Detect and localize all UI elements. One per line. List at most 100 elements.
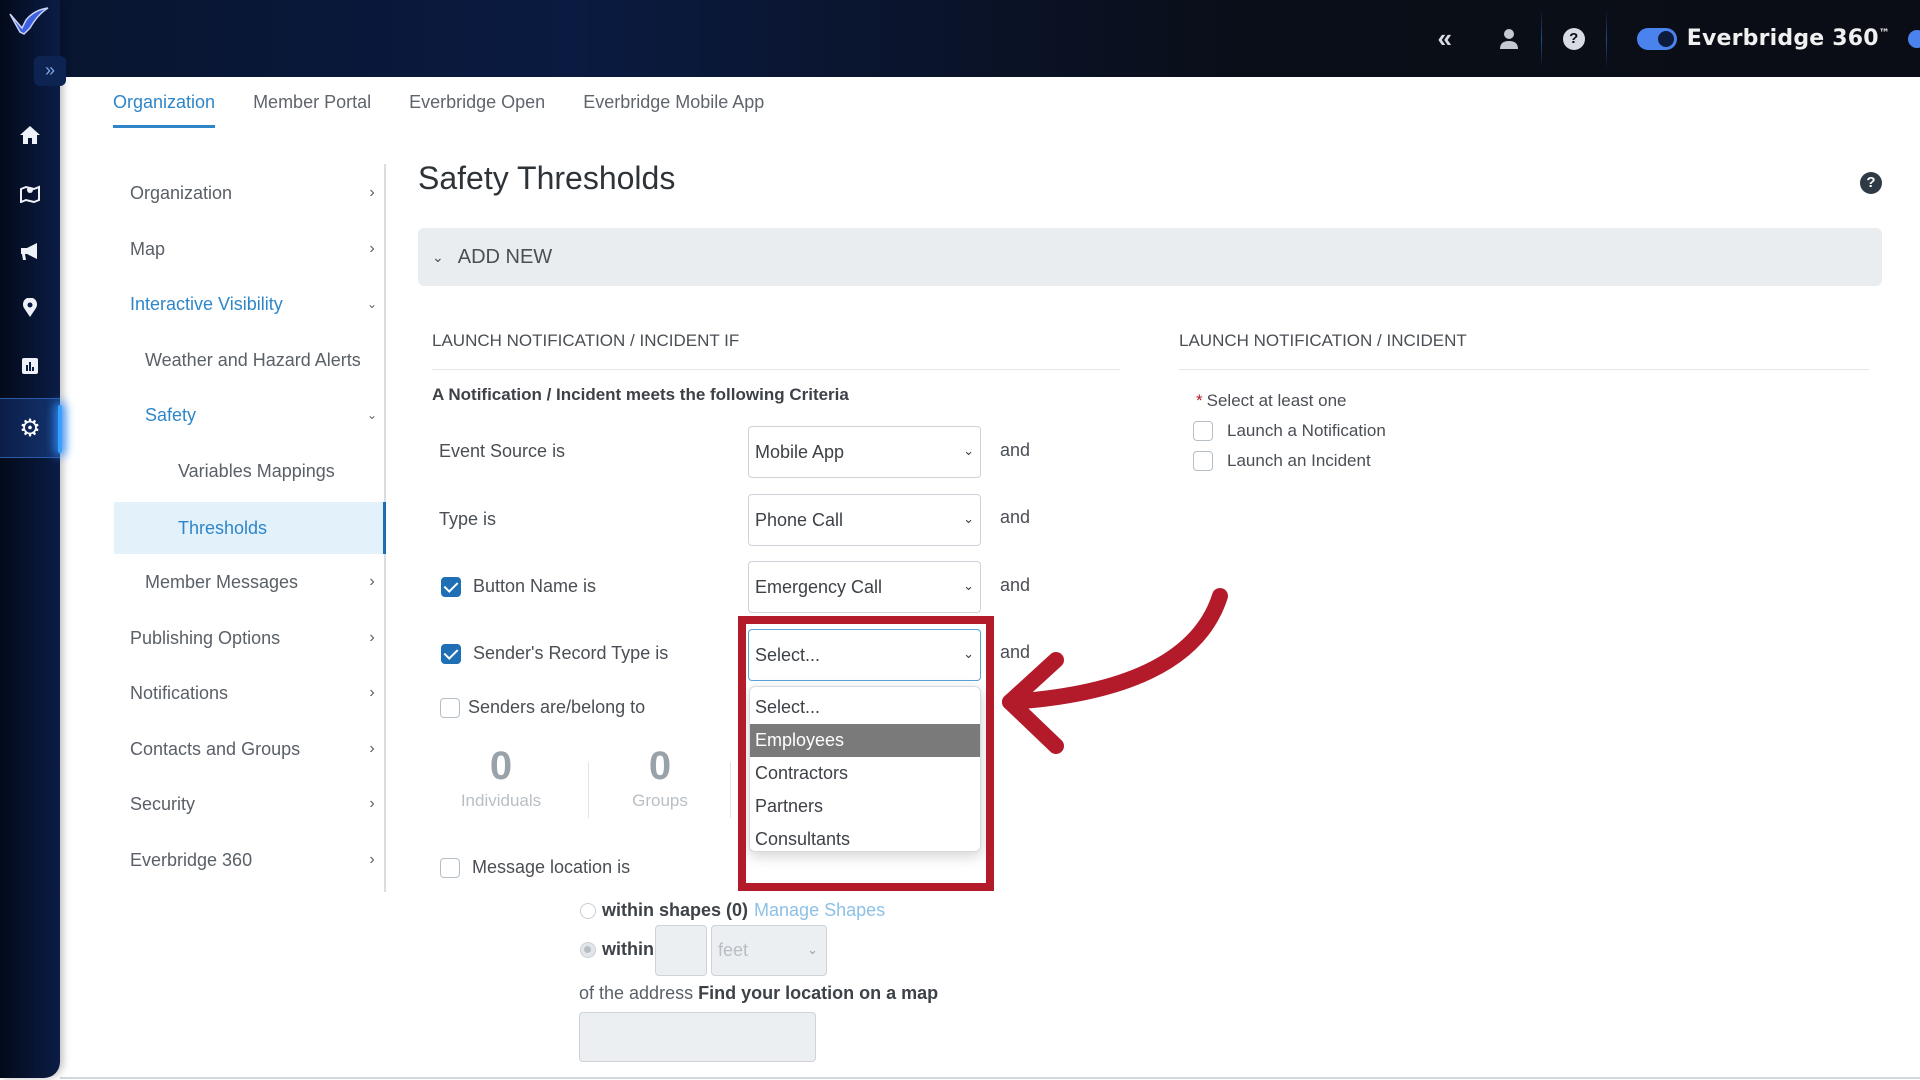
chevron-right-icon: › bbox=[369, 573, 375, 590]
tab-everbridge-open[interactable]: Everbridge Open bbox=[409, 92, 545, 128]
launch-incident-label: Launch an Incident bbox=[1227, 451, 1371, 470]
sidebar-item-safety[interactable]: Safety ⌄ bbox=[114, 392, 384, 438]
sidebar-item-label: Everbridge 360 bbox=[130, 849, 253, 870]
address-prefix: of the address bbox=[579, 983, 694, 1003]
sidebar-item-security[interactable]: Security › bbox=[114, 781, 384, 827]
message-location-checkbox[interactable] bbox=[440, 857, 460, 878]
distance-input[interactable] bbox=[655, 925, 707, 976]
within-shapes-radio[interactable] bbox=[580, 902, 596, 919]
sidebar-item-contacts-and-groups[interactable]: Contacts and Groups › bbox=[114, 726, 384, 772]
rail-home[interactable] bbox=[0, 115, 60, 155]
chat-icon[interactable] bbox=[1908, 29, 1920, 48]
row-label-text: Event Source is bbox=[439, 441, 566, 461]
rail-communications[interactable] bbox=[0, 231, 60, 271]
conjunction-and: and bbox=[1000, 507, 1031, 527]
double-chevron-left-icon: « bbox=[1437, 23, 1452, 53]
section-heading-launch-if: LAUNCH NOTIFICATION / INCIDENT IF bbox=[432, 331, 740, 350]
button-name-select[interactable]: Emergency Call ⌄ bbox=[748, 561, 981, 613]
distance-unit-select[interactable]: feet ⌄ bbox=[711, 925, 827, 976]
senders-record-type-checkbox[interactable] bbox=[441, 643, 461, 664]
senders-record-type-select[interactable]: Select... ⌄ bbox=[748, 629, 981, 681]
individuals-counter: 0 Individuals bbox=[450, 744, 552, 811]
sidebar-item-label: Publishing Options bbox=[130, 627, 281, 648]
event-source-select[interactable]: Mobile App ⌄ bbox=[748, 426, 981, 478]
expand-rail-button[interactable]: » bbox=[34, 56, 66, 86]
sidebar-item-variables-mappings[interactable]: Variables Mappings bbox=[114, 448, 384, 494]
top-header: « ? Everbridge 360™ bbox=[0, 0, 1920, 77]
dropdown-option-contractors[interactable]: Contractors bbox=[750, 757, 980, 790]
select-value: feet bbox=[718, 940, 749, 960]
within-distance-option: within bbox=[580, 939, 654, 960]
counter-divider bbox=[730, 762, 731, 818]
dropdown-option-partners[interactable]: Partners bbox=[750, 790, 980, 823]
sidebar-item-weather-and-hazard-alerts[interactable]: Weather and Hazard Alerts bbox=[114, 337, 384, 383]
bar-chart-icon bbox=[22, 358, 38, 374]
rail-map[interactable] bbox=[0, 173, 60, 213]
conjunction-and: and bbox=[1000, 575, 1031, 595]
within-distance-radio[interactable] bbox=[580, 941, 596, 958]
required-text: Select at least one bbox=[1206, 391, 1347, 410]
everbridge-logo-icon[interactable] bbox=[8, 6, 50, 36]
tab-everbridge-mobile-app[interactable]: Everbridge Mobile App bbox=[583, 92, 764, 128]
dropdown-option-employees[interactable]: Employees bbox=[750, 724, 980, 757]
double-chevron-right-icon: » bbox=[44, 60, 55, 80]
chevron-down-icon: ⌄ bbox=[366, 408, 378, 422]
sidebar-item-label: Notifications bbox=[130, 682, 229, 703]
address-input[interactable] bbox=[579, 1012, 816, 1062]
rail-settings[interactable]: ⚙ bbox=[0, 398, 62, 458]
rail-reports[interactable] bbox=[0, 346, 60, 386]
conjunction-and: and bbox=[1000, 642, 1031, 662]
within-label: within bbox=[602, 939, 654, 959]
add-new-label: ADD NEW bbox=[457, 245, 553, 268]
within-shapes-option: within shapes (0) Manage Shapes bbox=[580, 900, 885, 921]
rail-location[interactable] bbox=[0, 288, 60, 328]
senders-checkbox[interactable] bbox=[440, 697, 460, 718]
chevron-down-icon: ⌄ bbox=[963, 578, 974, 593]
sidebar-item-interactive-visibility[interactable]: Interactive Visibility ⌄ bbox=[114, 281, 384, 327]
individuals-count: 0 bbox=[489, 744, 513, 788]
chevron-right-icon: › bbox=[369, 851, 375, 868]
sidebar-item-notifications[interactable]: Notifications › bbox=[114, 670, 384, 716]
user-icon bbox=[1499, 28, 1518, 49]
tab-member-portal[interactable]: Member Portal bbox=[253, 92, 371, 128]
everbridge-360-toggle[interactable] bbox=[1636, 27, 1677, 50]
map-icon bbox=[20, 185, 40, 203]
tab-organization[interactable]: Organization bbox=[113, 92, 216, 128]
sidebar-item-organization[interactable]: Organization › bbox=[114, 170, 384, 216]
add-new-accordion[interactable]: ⌄ ADD NEW bbox=[418, 228, 1882, 286]
chevron-down-icon: ⌄ bbox=[963, 511, 974, 526]
page-title: Safety Thresholds bbox=[418, 160, 676, 196]
launch-incident-checkbox[interactable] bbox=[1193, 451, 1213, 471]
criteria-heading: A Notification / Incident meets the foll… bbox=[432, 385, 849, 404]
sidebar-item-member-messages[interactable]: Member Messages › bbox=[114, 559, 384, 605]
conjunction-and: and bbox=[1000, 440, 1031, 460]
record-type-dropdown-list: Select... Employees Contractors Partners… bbox=[749, 686, 981, 852]
row-label-text: Sender's Record Type is bbox=[473, 643, 669, 663]
type-select[interactable]: Phone Call ⌄ bbox=[748, 494, 981, 546]
sidebar-item-thresholds[interactable]: Thresholds bbox=[114, 502, 386, 554]
button-name-checkbox[interactable] bbox=[441, 576, 461, 597]
sidebar-item-publishing-options[interactable]: Publishing Options › bbox=[114, 615, 384, 661]
manage-shapes-link[interactable]: Manage Shapes bbox=[754, 900, 885, 921]
chevron-right-icon: › bbox=[369, 795, 375, 812]
chevron-down-icon: ⌄ bbox=[432, 248, 444, 265]
row-label-text: Type is bbox=[439, 509, 497, 529]
row-label-text: Message location is bbox=[472, 857, 631, 877]
help-button[interactable]: ? bbox=[1542, 0, 1606, 77]
user-profile-button[interactable] bbox=[1477, 0, 1541, 77]
dropdown-option-select[interactable]: Select... bbox=[750, 691, 980, 724]
senders-record-type-row: Sender's Record Type is bbox=[441, 643, 668, 664]
sidebar-item-map[interactable]: Map › bbox=[114, 226, 384, 272]
brand-name: Everbridge 360™ bbox=[1686, 26, 1890, 51]
dropdown-option-consultants[interactable]: Consultants bbox=[750, 823, 980, 856]
button-name-row: Button Name is bbox=[441, 576, 596, 597]
find-location-link[interactable]: Find your location on a map bbox=[698, 983, 938, 1003]
sidebar-item-everbridge-360[interactable]: Everbridge 360 › bbox=[114, 837, 384, 883]
launch-notification-checkbox[interactable] bbox=[1193, 421, 1213, 441]
collapse-panel-button[interactable]: « bbox=[1413, 0, 1477, 77]
launch-incident-option: Launch an Incident bbox=[1193, 451, 1371, 471]
sidebar-item-label: Security bbox=[130, 793, 196, 814]
page-help-icon[interactable]: ? bbox=[1860, 172, 1882, 194]
row-label-text: Button Name is bbox=[473, 576, 597, 596]
chevron-down-icon: ⌄ bbox=[963, 646, 974, 661]
